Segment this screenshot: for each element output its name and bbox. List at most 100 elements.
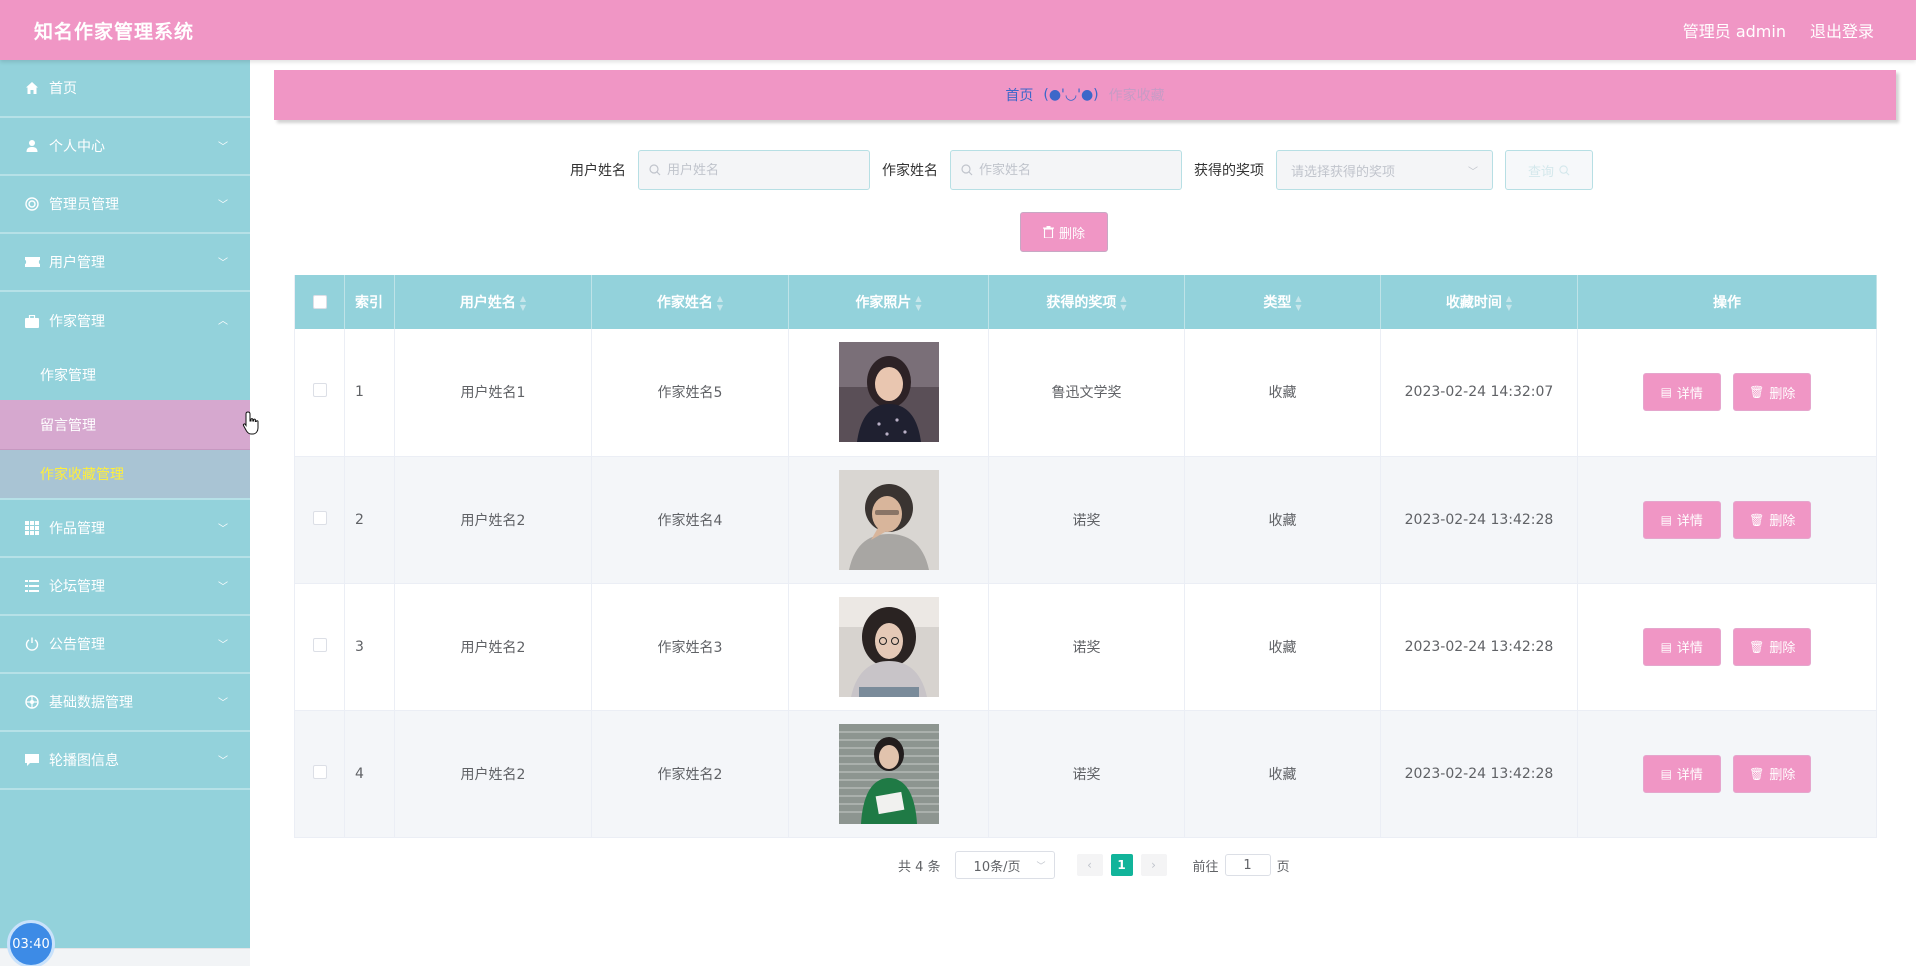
sidebar-item-label: 公告管理 [49,637,105,653]
top-header: 知名作家管理系统 管理员 admin 退出登录 [0,0,1916,60]
trash-icon: 🗑 [1749,385,1765,400]
detail-button[interactable]: ▤ 详情 [1642,627,1721,666]
cell-type: 收藏 [1184,710,1381,838]
cell-photo [788,583,989,711]
chevron-down-icon: ﹀ [218,524,228,535]
writer-name-input[interactable] [979,162,1169,178]
sort-icon[interactable]: ▲ ▼ [915,294,921,312]
sidebar-item-carousel-info[interactable]: 轮播图信息 ﹀ [0,732,250,790]
query-button[interactable]: 查询 [1505,150,1593,190]
sort-icon[interactable]: ▲ ▼ [1120,294,1126,312]
writer-name-field[interactable] [950,150,1182,190]
goto-suffix: 页 [1276,859,1290,875]
page-size-select[interactable]: 10条/页 ﹀ [954,851,1055,879]
sidebar-item-user-management[interactable]: 用户管理 ﹀ [0,234,250,292]
cell-actions: ▤ 详情 🗑 删除 [1577,710,1877,838]
sidebar-item-admin-management[interactable]: 管理员管理 ﹀ [0,176,250,234]
sidebar-item-personal-center[interactable]: 个人中心 ﹀ [0,118,250,176]
detail-button-label: 详情 [1676,514,1703,529]
sidebar-item-home[interactable]: 首页 [0,60,250,118]
sidebar-item-forum-management[interactable]: 论坛管理 ﹀ [0,558,250,616]
column-header-label: 作家照片 [855,295,912,311]
column-header-user[interactable]: 用户姓名 ▲ ▼ [394,275,592,329]
sidebar-item-label: 作品管理 [49,521,105,537]
user-name-field[interactable] [638,150,870,190]
writer-photo[interactable] [838,596,939,697]
prev-page-button[interactable]: ‹ [1076,854,1103,876]
sidebar-item-notice-management[interactable]: 公告管理 ﹀ [0,616,250,674]
sort-icon[interactable]: ▲ ▼ [520,294,526,312]
detail-button[interactable]: ▤ 详情 [1642,500,1721,539]
cell-time: 2023-02-24 13:42:28 [1380,583,1578,711]
cell-time: 2023-02-24 13:42:28 [1380,456,1578,584]
writer-photo[interactable] [838,723,939,824]
admin-user-label[interactable]: 管理员 admin [1683,18,1786,42]
cell-time: 2023-02-24 14:32:07 [1380,329,1578,457]
pagination: 共 4 条 10条/页 ﹀ ‹ 1 › 前往 1 页 [898,850,1290,880]
sidebar-item-basic-data-management[interactable]: 基础数据管理 ﹀ [0,674,250,732]
page-size-value: 10条/页 [973,859,1021,875]
chevron-down-icon: ﹀ [1036,861,1046,872]
trash-icon [1042,226,1054,238]
detail-button[interactable]: ▤ 详情 [1642,754,1721,793]
submenu-item-message-management[interactable]: 留言管理 [0,400,250,450]
breadcrumb-home-link[interactable]: 首页 [1005,85,1033,105]
row-checkbox[interactable] [312,510,327,525]
page-number-button[interactable]: 1 [1110,854,1133,876]
trash-icon: 🗑 [1749,639,1765,654]
delete-button-label: 删除 [1769,514,1796,529]
detail-button[interactable]: ▤ 详情 [1642,373,1721,412]
row-select-cell [294,329,345,457]
row-checkbox[interactable] [312,383,327,398]
next-page-button[interactable]: › [1140,854,1167,876]
delete-button[interactable]: 🗑 删除 [1733,373,1812,412]
sidebar-item-label: 作家管理 [49,314,105,330]
sort-icon[interactable]: ▲ ▼ [1506,294,1512,312]
column-header-type[interactable]: 类型 ▲ ▼ [1184,275,1381,329]
row-select-cell [294,456,345,584]
row-checkbox[interactable] [312,764,327,779]
user-name-label: 用户姓名 [570,163,626,179]
cell-writer: 作家姓名3 [591,583,789,711]
row-checkbox[interactable] [312,637,327,652]
submenu-item-label: 作家管理 [40,368,96,384]
goto-page-input[interactable]: 1 [1224,854,1271,876]
writer-name-label: 作家姓名 [882,163,938,179]
writer-photo[interactable] [838,342,939,443]
select-all-header[interactable] [294,275,345,329]
logout-link[interactable]: 退出登录 [1810,18,1874,42]
sidebar-item-label: 管理员管理 [49,197,119,213]
column-header-time[interactable]: 收藏时间 ▲ ▼ [1380,275,1578,329]
writer-photo[interactable] [838,469,939,570]
breadcrumb: 首页 (●'◡'●) 作家收藏 [274,70,1896,120]
delete-button[interactable]: 🗑 删除 [1733,627,1812,666]
document-icon: ▤ [1660,512,1672,527]
header-actions: 管理员 admin 退出登录 [1683,18,1874,42]
cell-award: 诺奖 [988,456,1185,584]
sort-icon[interactable]: ▲ ▼ [1295,294,1301,312]
cell-user: 用户姓名1 [394,329,592,457]
sidebar-item-label: 轮播图信息 [49,753,119,769]
sidebar-item-works-management[interactable]: 作品管理 ﹀ [0,500,250,558]
column-header-photo[interactable]: 作家照片 ▲ ▼ [788,275,989,329]
cell-photo [788,329,989,457]
search-form: 用户姓名 作家姓名 获得的奖项 请选择获得的奖项 ﹀ 查询 [570,150,1593,190]
column-header-writer[interactable]: 作家姓名 ▲ ▼ [591,275,789,329]
submenu-item-writer-favorites[interactable]: 作家收藏管理 [0,450,250,500]
column-header-award[interactable]: 获得的奖项 ▲ ▼ [988,275,1185,329]
delete-button[interactable]: 🗑 删除 [1733,500,1812,539]
main-content: 首页 (●'◡'●) 作家收藏 用户姓名 作家姓名 获得的奖项 请选择获得的奖项… [250,60,1916,966]
select-all-checkbox[interactable] [312,295,327,309]
user-name-input[interactable] [667,162,857,178]
batch-delete-button[interactable]: 删除 [1020,212,1108,252]
chevron-down-icon: ﹀ [218,258,228,269]
sort-icon[interactable]: ▲ ▼ [717,294,723,312]
cell-index: 1 [344,329,395,457]
award-select[interactable]: 请选择获得的奖项 ﹀ [1276,150,1493,190]
sidebar-item-writer-management[interactable]: 作家管理 ︿ [0,292,250,350]
query-button-label: 查询 [1527,164,1554,180]
delete-button-label: 删除 [1769,386,1796,402]
sidebar-item-label: 首页 [49,81,77,97]
submenu-item-writer-management[interactable]: 作家管理 [0,350,250,400]
delete-button[interactable]: 🗑 删除 [1733,754,1812,793]
